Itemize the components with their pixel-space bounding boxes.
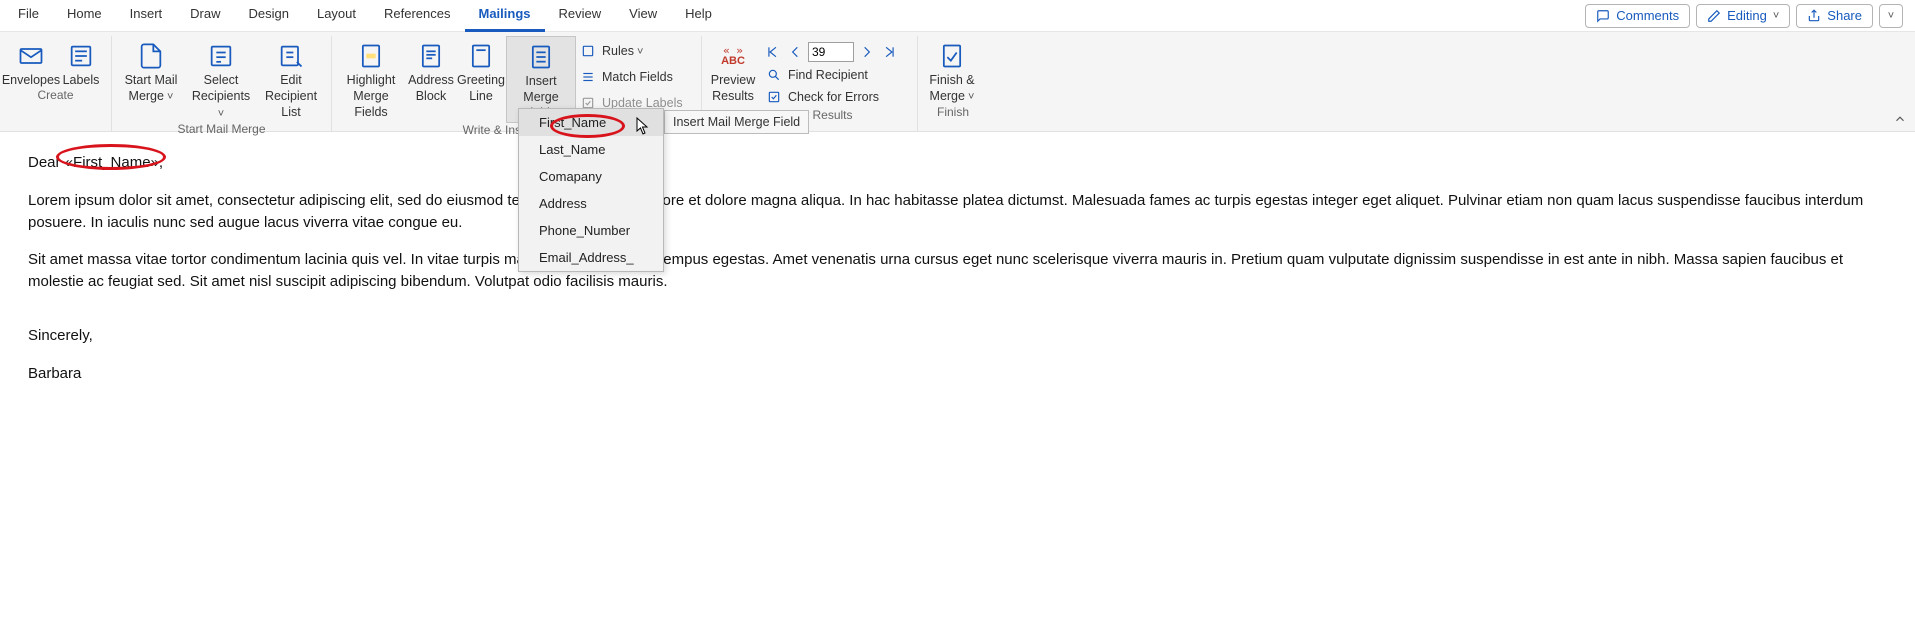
record-number-input[interactable]	[808, 42, 854, 62]
collapse-ribbon-button[interactable]	[1893, 112, 1907, 129]
cursor-icon	[636, 117, 652, 135]
share-dropdown-button[interactable]: ˅	[1879, 4, 1903, 28]
envelopes-label: Envelopes	[2, 72, 60, 88]
select-recipients-button[interactable]: Select Recipients	[186, 36, 256, 122]
check-errors-icon	[766, 89, 782, 105]
start-mail-merge-label: Start Mail Merge	[125, 72, 178, 105]
rules-label: Rules	[602, 44, 643, 58]
greeting-line-label: Greeting Line	[457, 72, 505, 104]
annotation-ellipse-menu	[550, 114, 625, 138]
titlebar-right: Comments Editing ˅ Share ˅	[1585, 4, 1911, 28]
tab-mailings[interactable]: Mailings	[465, 0, 545, 32]
group-create: Envelopes Labels Create	[0, 36, 112, 131]
match-fields-icon	[580, 69, 596, 85]
first-record-button[interactable]	[764, 43, 782, 61]
greeting-line: Dear «First_Name»,	[28, 152, 1887, 174]
comment-icon	[1596, 9, 1610, 23]
envelope-icon	[15, 40, 47, 72]
start-mail-merge-button[interactable]: Start Mail Merge	[116, 36, 186, 105]
record-nav	[764, 36, 898, 62]
insert-merge-field-tooltip: Insert Mail Merge Field	[664, 110, 809, 134]
editing-button[interactable]: Editing ˅	[1696, 4, 1790, 28]
paragraph-1: Lorem ipsum dolor sit amet, consectetur …	[28, 190, 1887, 234]
menu-item-phone_number[interactable]: Phone_Number	[519, 217, 663, 244]
group-start-mail-merge: Start Mail Merge Select Recipients Edit …	[112, 36, 332, 131]
chevron-down-icon: ˅	[1773, 10, 1779, 22]
check-errors-button[interactable]: Check for Errors	[764, 86, 898, 108]
comments-button[interactable]: Comments	[1585, 4, 1690, 28]
preview-results-button[interactable]: « » ABC Preview Results	[706, 36, 760, 104]
share-label: Share	[1827, 8, 1862, 23]
tab-help[interactable]: Help	[671, 0, 726, 32]
tab-view[interactable]: View	[615, 0, 671, 32]
tab-references[interactable]: References	[370, 0, 464, 32]
label-icon	[65, 40, 97, 72]
document-icon	[135, 40, 167, 72]
preview-results-label: Preview Results	[711, 72, 755, 104]
ribbon: Envelopes Labels Create Start Mail Merge	[0, 32, 1915, 132]
tab-home[interactable]: Home	[53, 0, 116, 32]
group-finish-label: Finish	[922, 105, 984, 121]
group-finish: Finish & Merge Finish	[918, 36, 988, 131]
finish-merge-icon	[936, 40, 968, 72]
group-create-label: Create	[4, 88, 107, 104]
tab-draw[interactable]: Draw	[176, 0, 234, 32]
highlight-merge-fields-button[interactable]: Highlight Merge Fields	[336, 36, 406, 120]
match-fields-button[interactable]: Match Fields	[578, 66, 685, 88]
list-icon	[205, 40, 237, 72]
menu-item-last_name[interactable]: Last_Name	[519, 136, 663, 163]
edit-recipient-list-button[interactable]: Edit Recipient List	[256, 36, 326, 120]
pencil-icon	[1707, 9, 1721, 23]
comments-label: Comments	[1616, 8, 1679, 23]
tab-layout[interactable]: Layout	[303, 0, 370, 32]
select-recipients-label: Select Recipients	[188, 72, 254, 122]
edit-recipient-list-label: Edit Recipient List	[258, 72, 324, 120]
last-record-button[interactable]	[880, 43, 898, 61]
envelopes-button[interactable]: Envelopes	[4, 36, 58, 88]
share-icon	[1807, 9, 1821, 23]
find-recipient-label: Find Recipient	[788, 68, 868, 82]
address-block-button[interactable]: Address Block	[406, 36, 456, 104]
match-fields-label: Match Fields	[602, 70, 673, 84]
finish-merge-label: Finish & Merge	[929, 72, 974, 105]
address-block-label: Address Block	[408, 72, 454, 104]
menu-item-email_address_[interactable]: Email_Address_	[519, 244, 663, 271]
sender-name: Barbara	[28, 363, 1887, 385]
chevron-down-icon: ˅	[1888, 10, 1894, 22]
menu-item-comapany[interactable]: Comapany	[519, 163, 663, 190]
document-body: Dear «First_Name», Lorem ipsum dolor sit…	[0, 132, 1915, 420]
insert-merge-icon	[525, 41, 557, 73]
check-errors-label: Check for Errors	[788, 90, 879, 104]
tab-strip: FileHomeInsertDrawDesignLayoutReferences…	[0, 0, 1915, 32]
tab-design[interactable]: Design	[235, 0, 303, 32]
rules-button[interactable]: Rules	[578, 40, 685, 62]
next-record-button[interactable]	[858, 43, 876, 61]
tab-review[interactable]: Review	[545, 0, 616, 32]
search-icon	[766, 67, 782, 83]
greeting-line-icon	[465, 40, 497, 72]
paragraph-2: Sit amet massa vitae tortor condimentum …	[28, 249, 1887, 293]
rules-icon	[580, 43, 596, 59]
edit-list-icon	[275, 40, 307, 72]
menu-item-address[interactable]: Address	[519, 190, 663, 217]
finish-merge-button[interactable]: Finish & Merge	[922, 36, 982, 105]
share-button[interactable]: Share	[1796, 4, 1873, 28]
highlight-label: Highlight Merge Fields	[338, 72, 404, 120]
editing-label: Editing	[1727, 8, 1767, 23]
tab-insert[interactable]: Insert	[116, 0, 177, 32]
tab-file[interactable]: File	[4, 0, 53, 32]
preview-abc-icon: « » ABC	[717, 40, 749, 72]
address-block-icon	[415, 40, 447, 72]
prev-record-button[interactable]	[786, 43, 804, 61]
annotation-ellipse-field	[56, 144, 166, 170]
closing-line: Sincerely,	[28, 325, 1887, 347]
greeting-line-button[interactable]: Greeting Line	[456, 36, 506, 104]
find-recipient-button[interactable]: Find Recipient	[764, 64, 898, 86]
highlight-icon	[355, 40, 387, 72]
labels-label: Labels	[63, 72, 100, 88]
labels-button[interactable]: Labels	[58, 36, 104, 88]
